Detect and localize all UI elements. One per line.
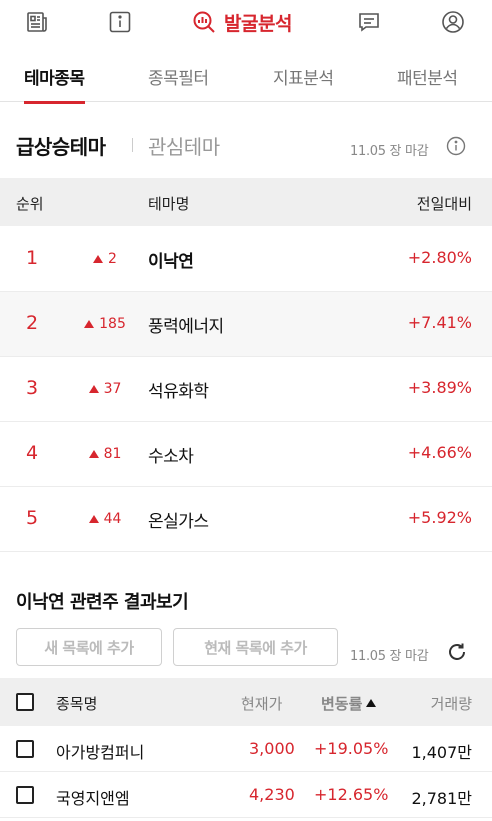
stock-volume: 2,781만 bbox=[411, 789, 472, 808]
theme-rank: 5 bbox=[25, 507, 39, 529]
theme-change: +7.41% bbox=[407, 313, 472, 332]
refresh-icon[interactable] bbox=[446, 641, 468, 663]
analysis-tabs: 테마종목 종목필터 지표분석 패턴분석 bbox=[0, 58, 492, 104]
profile-icon[interactable] bbox=[441, 10, 465, 34]
add-to-new-list-button[interactable]: 새 목록에 추가 bbox=[16, 628, 162, 666]
news-icon[interactable] bbox=[25, 10, 49, 34]
theme-rank: 3 bbox=[25, 377, 39, 399]
select-all-checkbox[interactable] bbox=[16, 693, 34, 711]
chat-icon[interactable] bbox=[357, 10, 381, 34]
theme-change: +5.92% bbox=[407, 508, 472, 527]
stock-row[interactable]: 아가방컴퍼니 3,000 +19.05% 1,407만 bbox=[0, 726, 492, 772]
up-arrow-icon bbox=[88, 515, 99, 523]
theme-change: +4.66% bbox=[407, 443, 472, 462]
rank-move: 37 bbox=[80, 381, 130, 397]
theme-name: 이낙연 bbox=[148, 252, 194, 272]
add-to-current-list-button[interactable]: 현재 목록에 추가 bbox=[173, 628, 338, 666]
nav-discovery-analysis[interactable]: 발굴분석 bbox=[192, 8, 292, 36]
column-change-rate-label: 변동률 bbox=[321, 695, 363, 713]
rank-move-value: 185 bbox=[99, 316, 126, 332]
column-rank: 순위 bbox=[16, 195, 44, 213]
rank-move: 185 bbox=[80, 316, 130, 332]
info-board-icon[interactable] bbox=[108, 10, 132, 34]
theme-rank: 1 bbox=[25, 247, 39, 269]
stock-price: 3,000 bbox=[249, 739, 295, 758]
rank-move-value: 44 bbox=[103, 511, 122, 527]
tab-theme-stocks[interactable]: 테마종목 bbox=[24, 64, 85, 104]
rank-move-value: 37 bbox=[103, 381, 122, 397]
stock-change: +12.65% bbox=[314, 785, 389, 804]
tab-stock-filter[interactable]: 종목필터 bbox=[148, 64, 209, 100]
stock-volume: 1,407만 bbox=[411, 743, 472, 762]
up-arrow-icon bbox=[93, 255, 104, 263]
up-arrow-icon bbox=[88, 450, 99, 458]
theme-change: +3.89% bbox=[407, 378, 472, 397]
rank-move: 2 bbox=[80, 251, 130, 267]
theme-row[interactable]: 3 37 석유화학 +3.89% bbox=[0, 357, 492, 422]
theme-rank: 4 bbox=[25, 442, 39, 464]
market-close-time: 11.05 장 마감 bbox=[350, 144, 429, 159]
up-arrow-icon bbox=[84, 320, 95, 328]
rank-move: 81 bbox=[80, 446, 130, 462]
market-close-time: 11.05 장 마감 bbox=[350, 649, 429, 664]
row-checkbox[interactable] bbox=[16, 786, 34, 804]
tab-rising-themes[interactable]: 급상승테마 bbox=[16, 131, 106, 160]
row-checkbox[interactable] bbox=[16, 740, 34, 758]
stock-row[interactable]: 국영지앤엠 4,230 +12.65% 2,781만 bbox=[0, 772, 492, 818]
column-price[interactable]: 현재가 bbox=[241, 693, 282, 714]
stock-change: +19.05% bbox=[314, 739, 389, 758]
theme-name: 석유화학 bbox=[148, 382, 209, 402]
theme-name: 풍력에너지 bbox=[148, 317, 224, 337]
divider bbox=[132, 138, 133, 152]
tab-favorite-themes[interactable]: 관심테마 bbox=[148, 131, 220, 160]
sort-ascending-icon bbox=[366, 699, 377, 707]
theme-row[interactable]: 5 44 온실가스 +5.92% bbox=[0, 487, 492, 552]
column-change: 전일대비 bbox=[416, 195, 472, 213]
theme-rank: 2 bbox=[25, 312, 39, 334]
stock-name: 아가방컴퍼니 bbox=[56, 743, 145, 762]
theme-name: 온실가스 bbox=[148, 512, 209, 532]
theme-row[interactable]: 2 185 풍력에너지 +7.41% bbox=[0, 292, 492, 357]
theme-change: +2.80% bbox=[407, 248, 472, 267]
theme-row[interactable]: 4 81 수소차 +4.66% bbox=[0, 422, 492, 487]
analysis-icon bbox=[193, 11, 215, 33]
theme-table-header: 순위 테마명 전일대비 bbox=[0, 178, 492, 226]
theme-row[interactable]: 1 2 이낙연 +2.80% bbox=[0, 227, 492, 292]
result-title: 이낙연 관련주 결과보기 bbox=[16, 592, 189, 613]
top-navigation: 발굴분석 bbox=[0, 0, 492, 44]
theme-section-header: 급상승테마 관심테마 11.05 장 마감 bbox=[0, 128, 492, 164]
rank-move-value: 81 bbox=[103, 446, 122, 462]
rank-move: 44 bbox=[80, 511, 130, 527]
info-icon[interactable] bbox=[446, 136, 466, 156]
nav-active-label: 발굴분석 bbox=[224, 12, 292, 35]
stock-table-header: 종목명 현재가 변동률 거래량 bbox=[0, 678, 492, 726]
tab-indicator-analysis[interactable]: 지표분석 bbox=[273, 64, 334, 100]
up-arrow-icon bbox=[88, 385, 99, 393]
column-volume[interactable]: 거래량 bbox=[431, 693, 472, 714]
column-stock-name: 종목명 bbox=[56, 695, 98, 713]
rank-move-value: 2 bbox=[108, 251, 117, 267]
theme-name: 수소차 bbox=[148, 447, 194, 467]
column-theme-name: 테마명 bbox=[148, 195, 190, 213]
stock-price: 4,230 bbox=[249, 785, 295, 804]
column-change-rate[interactable]: 변동률 bbox=[321, 693, 377, 714]
tab-pattern-analysis[interactable]: 패턴분석 bbox=[397, 64, 458, 100]
stock-name: 국영지앤엠 bbox=[56, 789, 130, 808]
